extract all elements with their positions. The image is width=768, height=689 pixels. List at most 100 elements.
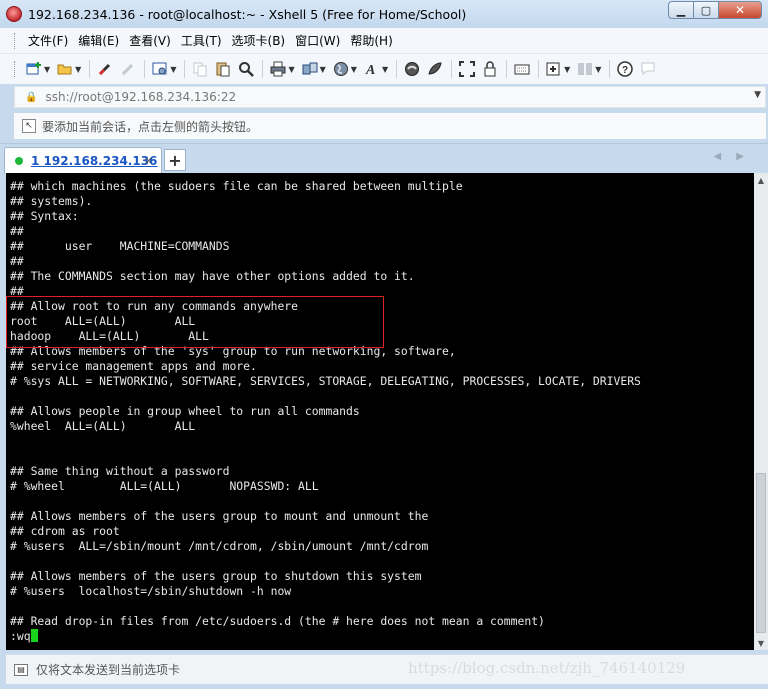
menu-edit[interactable]: 编辑(E) (73, 32, 124, 49)
send-text-label[interactable]: 仅将文本发送到当前选项卡 (36, 661, 180, 678)
globe-dropdown-icon[interactable]: ▼ (351, 65, 357, 74)
terminal-line: ## service management apps and more. (10, 359, 257, 373)
toolbar-separator (538, 60, 540, 78)
paste-icon[interactable] (212, 58, 234, 80)
tab-label: 1 192.168.234.136 (31, 154, 158, 168)
chevron-down-icon[interactable]: ▼ (754, 90, 761, 100)
menu-tools[interactable]: 工具(T) (176, 32, 227, 49)
maximize-button[interactable]: ▢ (694, 1, 719, 19)
menu-bar: 文件(F) 编辑(E) 查看(V) 工具(T) 选项卡(B) 窗口(W) 帮助(… (0, 28, 768, 54)
terminal-line: ## (10, 254, 24, 268)
add-tab-icon[interactable] (543, 58, 565, 80)
toolbar-separator (144, 60, 146, 78)
open-folder-icon[interactable] (54, 58, 76, 80)
new-session-dropdown-icon[interactable]: ▼ (44, 65, 50, 74)
toolbar-separator (89, 60, 91, 78)
toolbar-grip-handle[interactable] (14, 61, 17, 77)
terminal-line: ## Read drop-in files from /etc/sudoers.… (10, 614, 545, 628)
terminal-line: # %wheel ALL=(ALL) NOPASSWD: ALL (10, 479, 319, 493)
disconnect-icon[interactable] (117, 58, 139, 80)
font-icon[interactable]: A (361, 58, 383, 80)
terminal-line: ## Syntax: (10, 209, 79, 223)
terminal-output: ## which machines (the sudoers file can … (10, 179, 754, 629)
terminal-line: # %users localhost=/sbin/shutdown -h now (10, 584, 292, 598)
close-button[interactable]: ✕ (719, 1, 762, 19)
highlight-annotation-box (6, 296, 384, 348)
terminal-line: # %sys ALL = NETWORKING, SOFTWARE, SERVI… (10, 374, 641, 388)
toolbar-separator (184, 60, 186, 78)
font-dropdown-icon[interactable]: ▼ (382, 65, 388, 74)
globe-icon[interactable] (330, 58, 352, 80)
tab-scroll-arrows[interactable]: ◀ ▶ (713, 151, 750, 162)
menu-grip-handle[interactable] (14, 32, 17, 49)
terminal-line: ## Allows people in group wheel to run a… (10, 404, 360, 418)
scroll-up-icon[interactable]: ▲ (754, 173, 768, 187)
tab-bar: 1 192.168.234.136 × + ◀ ▶ (0, 143, 768, 174)
copy-icon[interactable] (189, 58, 211, 80)
address-value[interactable]: ssh://root@192.168.234.136:22 (45, 90, 236, 104)
xshell-app-icon (6, 6, 22, 22)
menu-view[interactable]: 查看(V) (124, 32, 176, 49)
layout-dropdown-icon[interactable]: ▼ (595, 65, 601, 74)
xftp-icon[interactable] (401, 58, 423, 80)
scroll-thumb[interactable] (756, 473, 766, 633)
terminal-line: ## which machines (the sudoers file can … (10, 179, 463, 193)
svg-text:?: ? (622, 65, 628, 76)
menu-file[interactable]: 文件(F) (23, 32, 73, 49)
add-session-arrow-icon[interactable]: ↖ (22, 119, 36, 133)
minimize-button[interactable]: ▁ (668, 1, 694, 19)
scroll-down-icon[interactable]: ▼ (754, 636, 768, 650)
layout-icon[interactable] (574, 58, 596, 80)
terminal-prompt-line: :wq (10, 629, 754, 644)
connection-status-icon (15, 157, 23, 165)
find-icon[interactable] (235, 58, 257, 80)
toolbar-separator (262, 60, 264, 78)
keyboard-icon[interactable] (511, 58, 533, 80)
print-icon[interactable] (267, 58, 289, 80)
transfer-icon[interactable] (299, 58, 321, 80)
toolbar: ▼ ▼ ▼ ▼ ▼ ▼ A ▼ ▼ ▼ ? (0, 54, 768, 84)
open-dropdown-icon[interactable]: ▼ (75, 65, 81, 74)
print-dropdown-icon[interactable]: ▼ (288, 65, 294, 74)
terminal-line: # %users ALL=/sbin/mount /mnt/cdrom, /sb… (10, 539, 429, 553)
properties-icon[interactable] (149, 58, 171, 80)
lock-screen-icon[interactable] (479, 58, 501, 80)
menu-help[interactable]: 帮助(H) (345, 32, 397, 49)
add-tab-dropdown-icon[interactable]: ▼ (564, 65, 570, 74)
session-hint-text: 要添加当前会话，点击左侧的箭头按钮。 (42, 119, 259, 134)
tab-session-1[interactable]: 1 192.168.234.136 × (4, 147, 162, 174)
send-text-icon[interactable]: ▤ (14, 663, 28, 676)
terminal-scrollbar[interactable]: ▲ ▼ (754, 173, 768, 650)
terminal-line: ## Allows members of the users group to … (10, 569, 422, 583)
properties-dropdown-icon[interactable]: ▼ (170, 65, 176, 74)
terminal-line: ## Allows members of the users group to … (10, 509, 429, 523)
menu-window[interactable]: 窗口(W) (290, 32, 345, 49)
lock-icon: 🔒 (25, 91, 38, 103)
menu-tabs[interactable]: 选项卡(B) (227, 32, 291, 49)
new-tab-button[interactable]: + (164, 149, 186, 171)
tab-close-icon[interactable]: × (144, 154, 153, 167)
window-controls: ▁ ▢ ✕ (668, 1, 762, 19)
transfer-dropdown-icon[interactable]: ▼ (320, 65, 326, 74)
help-icon[interactable]: ? (614, 58, 636, 80)
window-title: 192.168.234.136 - root@localhost:~ - Xsh… (28, 6, 467, 22)
reconnect-icon[interactable] (94, 58, 116, 80)
terminal-area[interactable]: ## which machines (the sudoers file can … (6, 173, 754, 650)
terminal-prompt: :wq (10, 629, 31, 643)
new-session-icon[interactable] (23, 58, 45, 80)
chat-icon[interactable] (637, 58, 659, 80)
address-bar[interactable]: 🔒 ssh://root@192.168.234.136:22 ▼ (14, 86, 766, 108)
toolbar-separator (396, 60, 398, 78)
xagent-icon[interactable] (424, 58, 446, 80)
toolbar-separator (451, 60, 453, 78)
terminal-line: ## The COMMANDS section may have other o… (10, 269, 415, 283)
fullscreen-icon[interactable] (456, 58, 478, 80)
terminal-line: ## user MACHINE=COMMANDS (10, 239, 230, 253)
terminal-line: ## (10, 224, 24, 238)
session-hint-bar: ↖ 要添加当前会话，点击左侧的箭头按钮。 (14, 113, 766, 139)
